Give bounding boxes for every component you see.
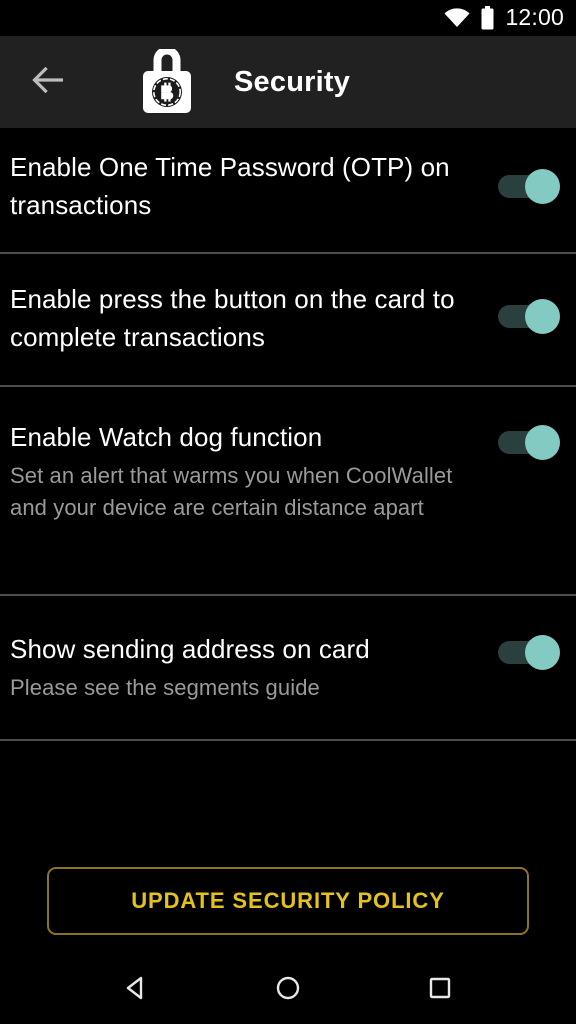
row-texts: Enable Watch dog function Set an alert t…: [10, 418, 492, 524]
toggle-thumb: [525, 425, 560, 460]
toggle-show-sending-address[interactable]: [498, 632, 560, 672]
android-nav-bar: [0, 956, 576, 1024]
nav-home-button[interactable]: [260, 962, 316, 1018]
toggle-thumb: [525, 635, 560, 670]
app-bar: Security: [0, 36, 576, 128]
toggle-otp[interactable]: [498, 166, 560, 206]
phone-screen: 12:00 Security Enable One Time Password …: [0, 0, 576, 1024]
toggle-watch-dog[interactable]: [498, 422, 560, 462]
status-time: 12:00: [505, 4, 564, 30]
nav-back-icon: [122, 974, 150, 1007]
toggle-thumb: [525, 299, 560, 334]
back-arrow-icon: [32, 66, 66, 98]
setting-row-press-button[interactable]: Enable press the button on the card to c…: [0, 254, 576, 385]
row-texts: Enable One Time Password (OTP) on transa…: [10, 148, 492, 224]
setting-row-otp[interactable]: Enable One Time Password (OTP) on transa…: [0, 128, 576, 252]
button-area: UPDATE SECURITY POLICY: [0, 867, 576, 935]
battery-full-icon: [480, 6, 495, 30]
setting-title: Show sending address on card: [10, 634, 370, 664]
update-security-policy-button[interactable]: UPDATE SECURITY POLICY: [47, 867, 529, 935]
setting-row-watch-dog[interactable]: Enable Watch dog function Set an alert t…: [0, 387, 576, 594]
nav-home-icon: [274, 974, 302, 1007]
settings-list: Enable One Time Password (OTP) on transa…: [0, 128, 576, 956]
nav-back-button[interactable]: [108, 962, 164, 1018]
nav-recents-icon: [426, 974, 454, 1007]
setting-title: Enable Watch dog function: [10, 422, 323, 452]
page-title: Security: [234, 65, 351, 98]
toggle-thumb: [525, 169, 560, 204]
wifi-icon: [444, 8, 470, 28]
status-bar: 12:00: [0, 0, 576, 36]
toggle-press-button[interactable]: [498, 296, 560, 336]
setting-row-show-sending-address[interactable]: Show sending address on card Please see …: [0, 596, 576, 739]
row-texts: Show sending address on card Please see …: [10, 630, 492, 704]
back-button[interactable]: [26, 59, 72, 105]
setting-title: Enable One Time Password (OTP) on transa…: [10, 152, 450, 220]
setting-subtitle: Please see the segments guide: [10, 675, 320, 700]
nav-recents-button[interactable]: [412, 962, 468, 1018]
setting-subtitle: Set an alert that warms you when CoolWal…: [10, 463, 453, 520]
row-texts: Enable press the button on the card to c…: [10, 280, 492, 356]
padlock-bitcoin-icon: [140, 49, 194, 115]
setting-title: Enable press the button on the card to c…: [10, 284, 455, 352]
